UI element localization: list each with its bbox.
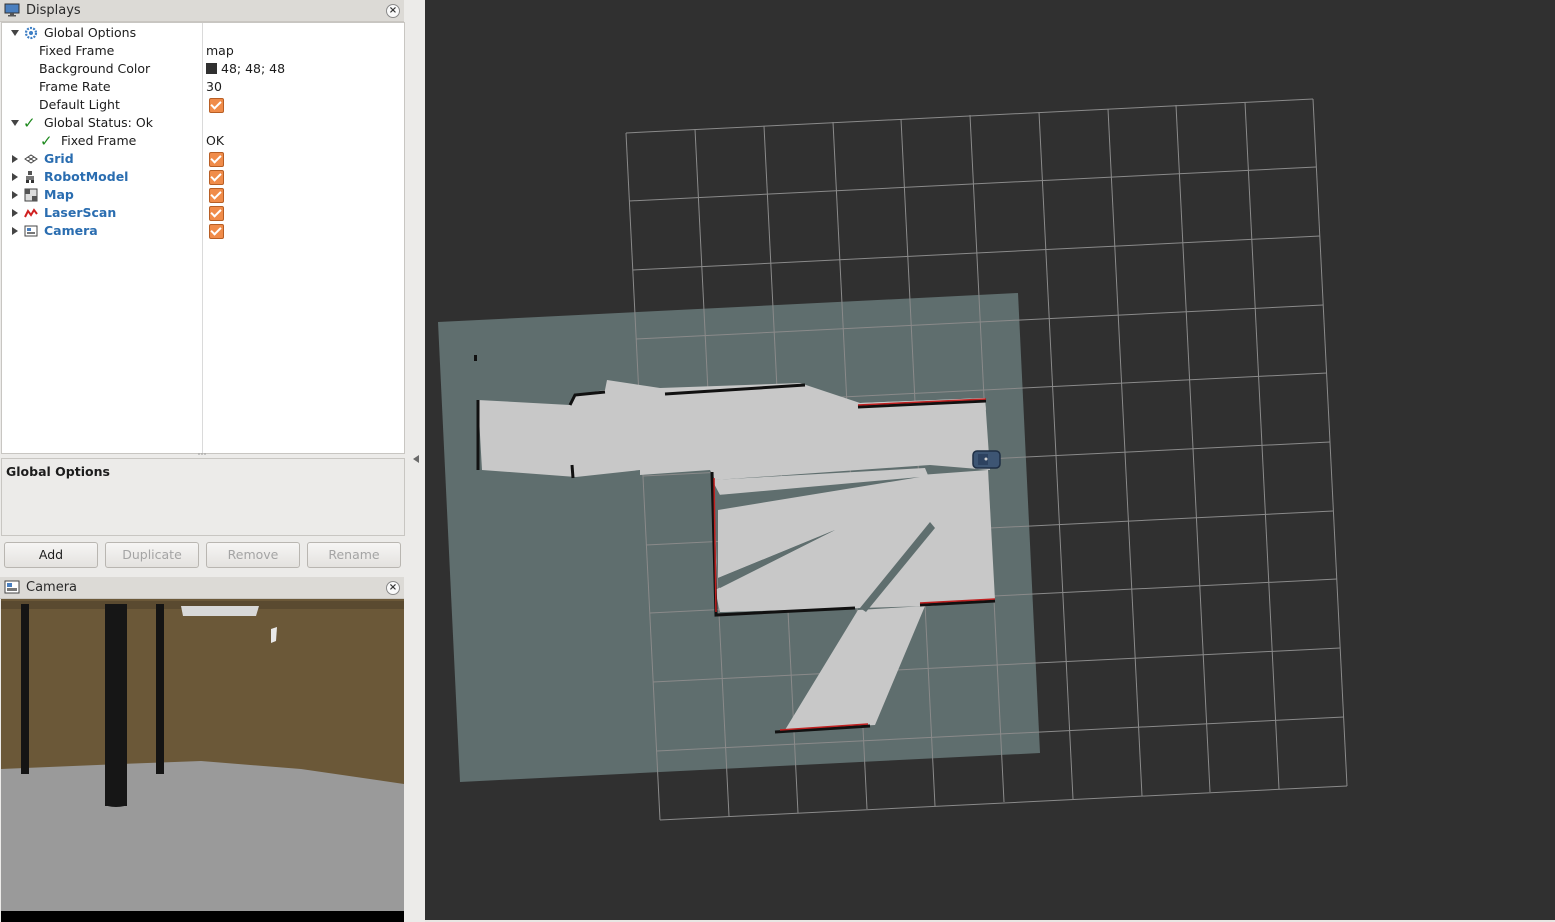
robot-model (972, 450, 1001, 469)
robotmodel-checkbox[interactable] (209, 170, 224, 185)
status-fixed-frame-label: Fixed Frame (61, 133, 137, 148)
splitter-handle[interactable] (198, 452, 206, 456)
gear-icon (24, 26, 38, 40)
status-fixed-frame-value: OK (206, 133, 225, 148)
frame-rate-value[interactable]: 30 (206, 79, 222, 94)
robot-model-icon (26, 171, 34, 183)
laser-scan-icon (24, 208, 38, 218)
tree-row-robotmodel[interactable]: RobotModel (2, 168, 404, 186)
expand-arrow-icon[interactable] (12, 155, 18, 163)
fixed-frame-label: Fixed Frame (39, 43, 115, 58)
scene-render (438, 98, 1348, 821)
display-label-camera: Camera (44, 223, 98, 238)
close-icon[interactable]: × (386, 4, 400, 18)
camera-image (1, 599, 404, 922)
camera-icon (24, 225, 38, 237)
description-title: Global Options (6, 464, 110, 479)
expand-arrow-icon[interactable] (11, 120, 19, 126)
grid-icon (24, 154, 38, 164)
tree-row-default-light[interactable]: Default Light (2, 96, 404, 114)
global-status-label: Global Status: Ok (44, 115, 153, 130)
add-button[interactable]: Add (4, 542, 98, 568)
global-options-label: Global Options (44, 25, 137, 40)
grid-checkbox[interactable] (209, 152, 224, 167)
close-icon[interactable]: × (386, 581, 400, 595)
map-icon (24, 188, 38, 202)
tree-row-map[interactable]: Map (2, 186, 404, 204)
duplicate-button[interactable]: Duplicate (105, 542, 199, 568)
display-label-map: Map (44, 187, 74, 202)
map-checkbox[interactable] (209, 188, 224, 203)
display-label-laserscan: LaserScan (44, 205, 117, 220)
tree-row-global-options[interactable]: Global Options (2, 24, 404, 42)
frame-rate-label: Frame Rate (39, 79, 111, 94)
tree-row-camera[interactable]: Camera (2, 222, 404, 240)
tree-row-grid[interactable]: Grid (2, 150, 404, 168)
checkmark-icon: ✓ (40, 132, 53, 150)
laserscan-checkbox[interactable] (209, 206, 224, 221)
display-label-robotmodel: RobotModel (44, 169, 129, 184)
display-label-grid: Grid (44, 151, 74, 166)
expand-arrow-icon[interactable] (11, 30, 19, 36)
monitor-icon (4, 3, 20, 17)
expand-arrow-icon[interactable] (12, 173, 18, 181)
rename-button[interactable]: Rename (307, 542, 401, 568)
displays-title: Displays (26, 3, 81, 18)
background-color-value: 48; 48; 48 (221, 61, 286, 76)
camera-titlebar: Camera × (0, 577, 404, 599)
tree-row-fixed-frame[interactable]: Fixed Frame map (2, 42, 404, 60)
tree-row-global-status[interactable]: ✓ Global Status: Ok (2, 114, 404, 132)
expand-arrow-icon[interactable] (12, 191, 18, 199)
tree-row-status-fixed-frame[interactable]: ✓ Fixed Frame OK (2, 132, 404, 150)
tree-row-frame-rate[interactable]: Frame Rate 30 (2, 78, 404, 96)
checkmark-icon: ✓ (23, 114, 36, 132)
collapse-panel-arrow-icon[interactable] (413, 455, 419, 463)
displays-tree[interactable]: Global Options Fixed Frame map Backgroun… (1, 22, 405, 454)
fixed-frame-value[interactable]: map (206, 43, 234, 58)
background-color-label: Background Color (39, 61, 151, 76)
3d-viewport[interactable] (425, 0, 1555, 920)
default-light-checkbox[interactable] (209, 98, 224, 113)
displays-titlebar: Displays × (0, 0, 404, 22)
camera-panel-title: Camera (26, 580, 78, 595)
remove-button[interactable]: Remove (206, 542, 300, 568)
expand-arrow-icon[interactable] (12, 227, 18, 235)
default-light-label: Default Light (39, 97, 120, 112)
camera-checkbox[interactable] (209, 224, 224, 239)
camera-icon (4, 580, 20, 594)
expand-arrow-icon[interactable] (12, 209, 18, 217)
camera-scene (1, 599, 404, 922)
left-dock: Displays × Global Options Fixed Frame ma… (0, 0, 425, 922)
background-color-value-wrap[interactable]: 48; 48; 48 (206, 61, 285, 76)
property-description: Global Options (1, 458, 405, 536)
color-swatch[interactable] (206, 63, 217, 74)
tree-row-laserscan[interactable]: LaserScan (2, 204, 404, 222)
tree-row-background-color[interactable]: Background Color 48; 48; 48 (2, 60, 404, 78)
